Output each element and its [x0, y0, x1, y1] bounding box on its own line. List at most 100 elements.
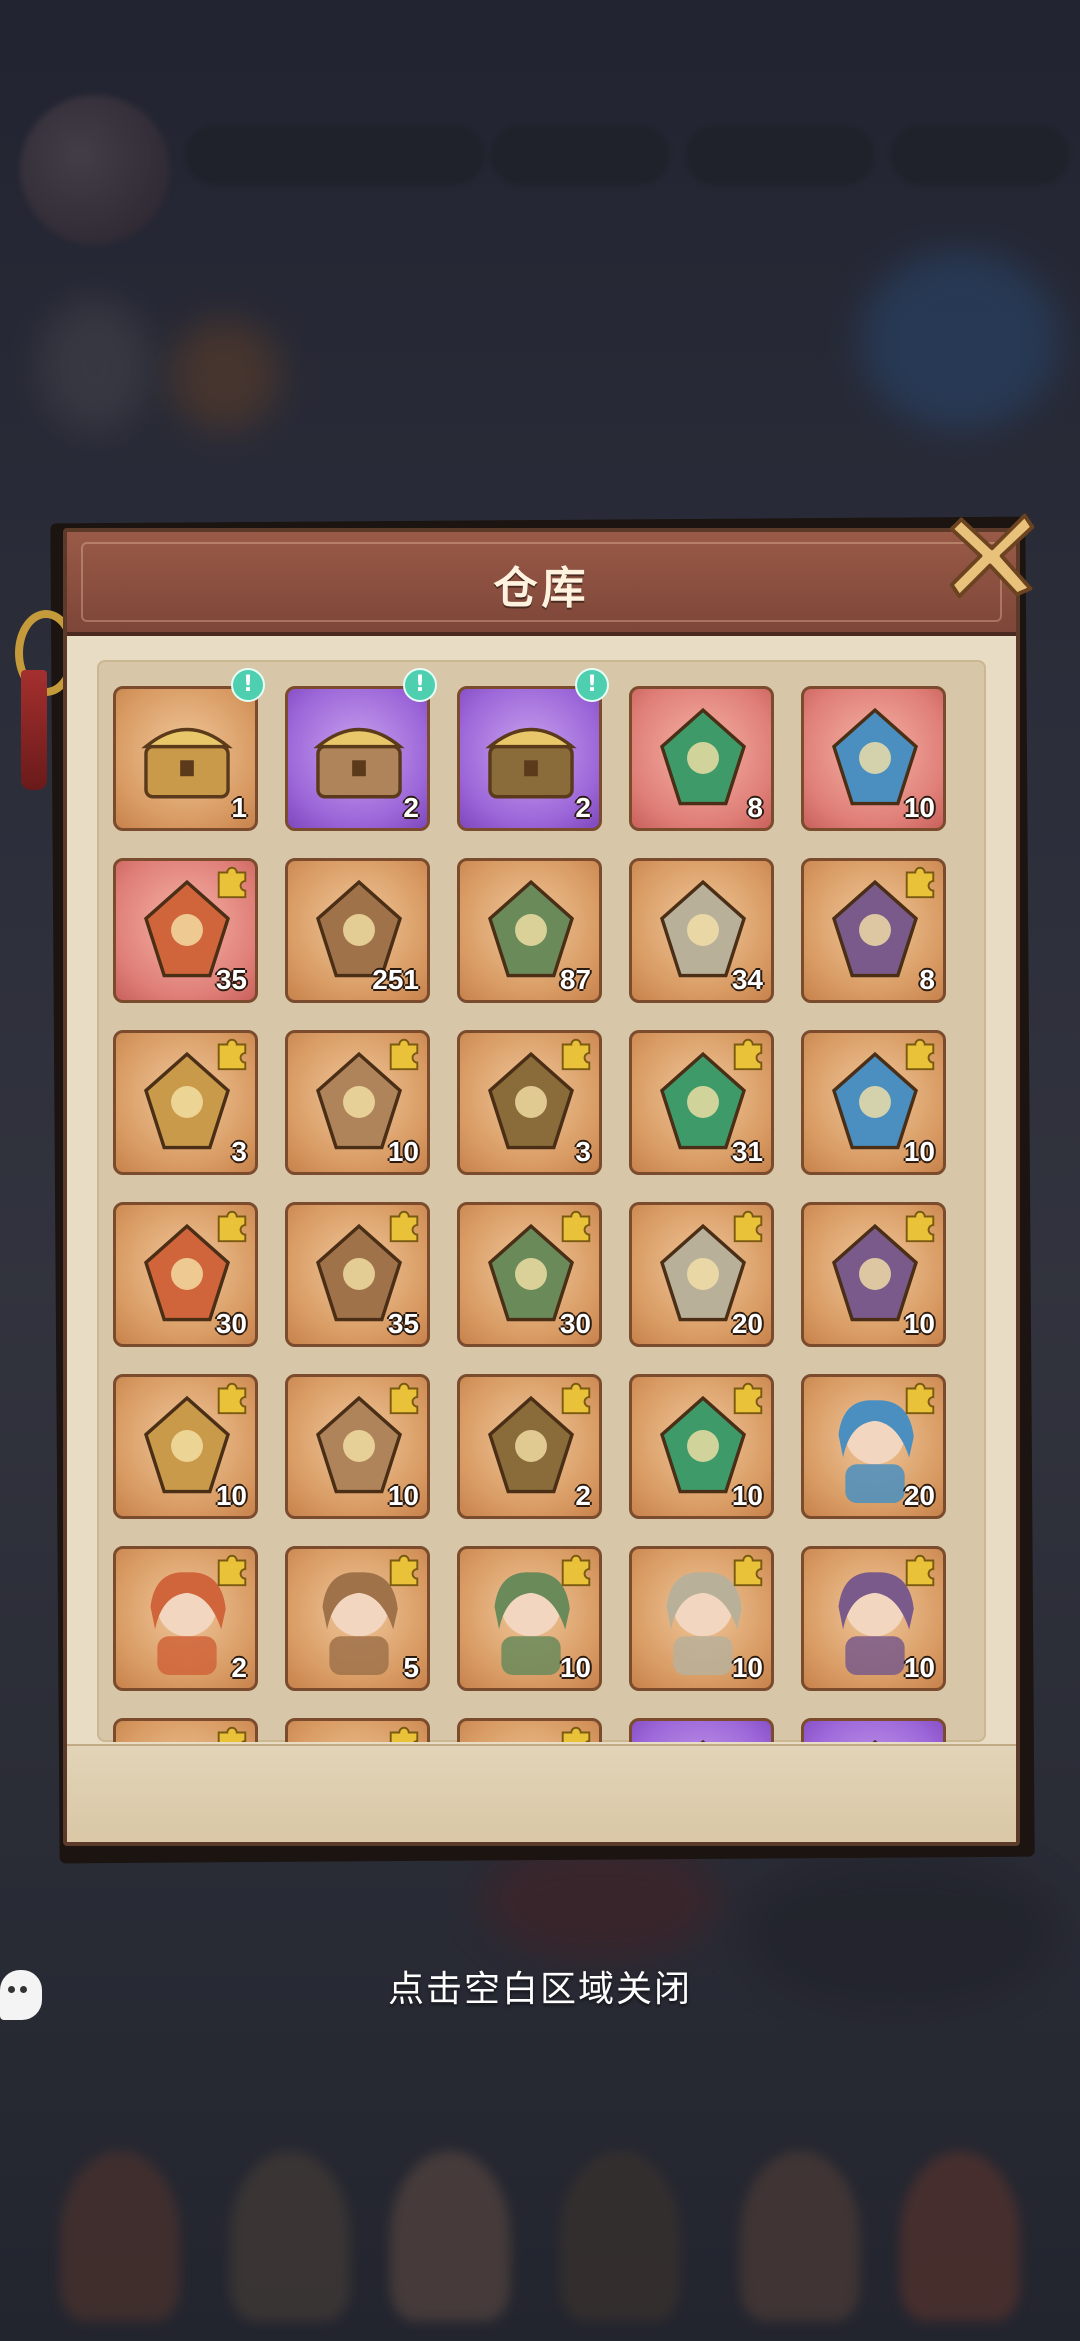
puzzle-piece-icon — [217, 1210, 247, 1243]
inventory-slot-hero-portrait-partial-3[interactable] — [457, 1718, 602, 1742]
item-quantity: 10 — [903, 792, 935, 823]
item-quantity: 30 — [215, 1308, 247, 1339]
item-quantity: 10 — [731, 1652, 763, 1683]
purple-cube-chest-icon — [485, 727, 577, 799]
inventory-slot-hero-portrait-silver-girl[interactable]: 2 — [113, 1546, 258, 1691]
inventory-slot-compass-partial[interactable] — [801, 1718, 946, 1742]
puzzle-piece-icon — [561, 1210, 591, 1243]
inventory-slot-fire-wheel[interactable]: 31 — [629, 1030, 774, 1175]
item-quantity: 251 — [372, 964, 419, 995]
exclamation-badge-icon: ! — [403, 668, 437, 702]
item-quantity: 2 — [231, 1652, 247, 1683]
inventory-slot-thunder-mask[interactable]: 35 — [285, 1202, 430, 1347]
puzzle-piece-icon — [733, 1210, 763, 1243]
item-quantity: 2 — [575, 1480, 591, 1511]
item-quantity: 2 — [403, 792, 419, 823]
inventory-slot-blue-orb-amulet[interactable]: 3 — [457, 1030, 602, 1175]
puzzle-piece-icon — [389, 1726, 419, 1742]
item-quantity: 2 — [575, 792, 591, 823]
item-quantity: 3 — [575, 1136, 591, 1167]
inventory-slot-blue-crystal-partial[interactable] — [629, 1718, 774, 1742]
inventory-slot-dragon-crystal-plate[interactable]: 2 — [457, 1374, 602, 1519]
inventory-slot-golden-axe[interactable]: 3 — [113, 1030, 258, 1175]
inventory-slot-silver-purple-chest[interactable]: 2 — [285, 686, 430, 831]
puzzle-piece-icon — [905, 1210, 935, 1243]
inventory-slot-hero-portrait-child[interactable]: 10 — [801, 1546, 946, 1691]
inventory-slot-gold-egg-chest[interactable]: 1 — [113, 686, 258, 831]
item-quantity: 10 — [903, 1652, 935, 1683]
item-quantity: 31 — [731, 1136, 763, 1167]
item-quantity: 10 — [387, 1136, 419, 1167]
inventory-slot-dragon-crown-plate[interactable]: 10 — [801, 1202, 946, 1347]
green-swirl-orb-icon — [659, 707, 747, 806]
inventory-slot-flame-beast-relic[interactable]: 35 — [113, 858, 258, 1003]
inventory-slot-silver-compass[interactable]: 30 — [457, 1202, 602, 1347]
item-quantity: 8 — [747, 792, 763, 823]
inventory-slot-hero-portrait-green-hair[interactable]: 5 — [285, 1546, 430, 1691]
inventory-slot-green-swirl-orb[interactable]: 8 — [629, 686, 774, 831]
item-quantity: 20 — [731, 1308, 763, 1339]
inventory-panel[interactable]: 1! 2! 2! 8 10 35 251 87 34 8 3 10 3 31 10 30 35 30 20 10 10 1… — [97, 660, 986, 1742]
gold-egg-chest-icon — [141, 727, 233, 799]
inventory-slot-gold-token[interactable]: 34 — [629, 858, 774, 1003]
puzzle-piece-icon — [217, 1554, 247, 1587]
inventory-slot-red-token[interactable]: 251 — [285, 858, 430, 1003]
close-hint: 点击空白区域关闭 — [387, 1969, 692, 2010]
item-quantity: 1 — [231, 792, 247, 823]
item-quantity: 35 — [215, 964, 247, 995]
inventory-slot-lightning-sword[interactable]: 30 — [113, 1202, 258, 1347]
inventory-slot-jade-blade[interactable]: 10 — [285, 1030, 430, 1175]
puzzle-piece-icon — [905, 1382, 935, 1415]
inventory-slot-hero-portrait-dancer[interactable]: 10 — [457, 1546, 602, 1691]
puzzle-piece-icon — [561, 1554, 591, 1587]
title-band: 仓库 — [67, 532, 1016, 636]
modal-footer — [67, 1744, 1016, 1842]
tassel-ornament-icon — [21, 670, 47, 790]
modal-frame: 仓库 1! 2! 2! 8 10 35 251 87 34 8 3 10 3 31 10 30 35 30 20 10… — [63, 528, 1020, 1846]
item-quantity: 30 — [559, 1308, 591, 1339]
puzzle-piece-icon — [217, 1382, 247, 1415]
puzzle-piece-icon — [733, 1554, 763, 1587]
inventory-slot-hero-portrait-partial-1[interactable] — [113, 1718, 258, 1742]
puzzle-piece-icon — [389, 1554, 419, 1587]
inventory-slot-hero-portrait-white-hair[interactable]: 10 — [629, 1546, 774, 1691]
inventory-slot-dragon-scarab-plate[interactable]: 10 — [113, 1374, 258, 1519]
inventory-slot-purple-cube-chest[interactable]: 2 — [457, 686, 602, 831]
item-quantity: 10 — [903, 1136, 935, 1167]
puzzle-piece-icon — [905, 1554, 935, 1587]
inventory-slot-dragon-flame-plate[interactable]: 10 — [629, 1374, 774, 1519]
puzzle-piece-icon — [217, 1038, 247, 1071]
inventory-slot-bronze-cauldron[interactable]: 10 — [801, 1030, 946, 1175]
inventory-slot-pagoda-tower[interactable]: 8 — [801, 858, 946, 1003]
puzzle-piece-icon — [217, 866, 247, 899]
item-quantity: 35 — [387, 1308, 419, 1339]
inventory-slot-bronze-key[interactable]: 87 — [457, 858, 602, 1003]
exclamation-badge-icon: ! — [575, 668, 609, 702]
puzzle-piece-icon — [561, 1382, 591, 1415]
close-button[interactable] — [944, 506, 1040, 602]
item-quantity: 34 — [731, 964, 763, 995]
puzzle-piece-icon — [389, 1210, 419, 1243]
warehouse-modal: 仓库 1! 2! 2! 8 10 35 251 87 34 8 3 10 3 31 10 30 35 30 20 10… — [15, 513, 1035, 1864]
close-icon — [949, 513, 1035, 599]
puzzle-piece-icon — [389, 1382, 419, 1415]
puzzle-piece-icon — [561, 1038, 591, 1071]
blue-crystal-partial-icon — [700, 1739, 706, 1742]
inventory-slot-hero-portrait-partial-2[interactable] — [285, 1718, 430, 1742]
item-quantity: 8 — [919, 964, 935, 995]
item-quantity: 87 — [559, 964, 591, 995]
inventory-slot-hero-portrait-dark-hair[interactable]: 20 — [801, 1374, 946, 1519]
puzzle-piece-icon — [733, 1382, 763, 1415]
modal-title: 仓库 — [493, 563, 590, 614]
item-quantity: 10 — [903, 1308, 935, 1339]
inventory-slot-dragon-turtle-plate[interactable]: 10 — [285, 1374, 430, 1519]
puzzle-piece-icon — [561, 1726, 591, 1742]
inventory-slot-map-scroll[interactable]: 10 — [801, 686, 946, 831]
item-quantity: 20 — [903, 1480, 935, 1511]
item-quantity: 3 — [231, 1136, 247, 1167]
item-quantity: 10 — [215, 1480, 247, 1511]
compass-partial-icon — [872, 1739, 878, 1742]
item-quantity: 10 — [387, 1480, 419, 1511]
exclamation-badge-icon: ! — [231, 668, 265, 702]
inventory-slot-balance-scale[interactable]: 20 — [629, 1202, 774, 1347]
